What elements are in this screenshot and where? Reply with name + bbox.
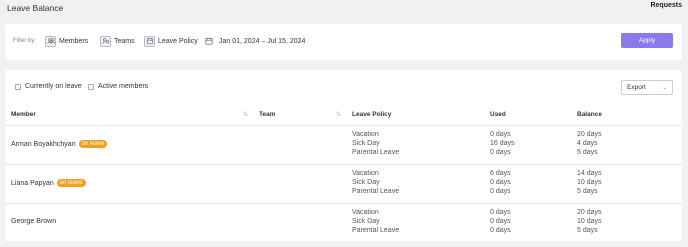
- balance-value: 4 days: [577, 140, 598, 147]
- calendar-icon: [203, 36, 214, 47]
- used-value: 0 days: [490, 149, 511, 156]
- column-header-leave-policy: Leave Policy: [352, 111, 392, 118]
- member-name: Liana Papyan: [11, 179, 54, 187]
- balance-value: 5 days: [577, 188, 598, 195]
- sort-icon[interactable]: ⇅: [336, 111, 341, 118]
- divider: [5, 203, 682, 204]
- currently-on-leave-toggle[interactable]: Currently on leave: [15, 83, 82, 90]
- active-members-label: Active members: [98, 83, 149, 90]
- members-filter-label: Members: [59, 37, 89, 45]
- column-header-used: Used: [490, 111, 506, 118]
- leave-policy-filter-label: Leave Policy: [158, 37, 198, 45]
- balance-value: 20 days: [577, 131, 602, 138]
- requests-link[interactable]: Requests: [650, 2, 682, 9]
- leave-balance-table: Currently on leave Active members Export…: [5, 70, 682, 241]
- status-badge: on leave: [56, 179, 86, 187]
- page-title: Leave Balance: [7, 3, 64, 13]
- column-header-team[interactable]: Team: [259, 111, 276, 118]
- teams-filter-label: Teams: [114, 37, 135, 45]
- currently-on-leave-checkbox[interactable]: [15, 83, 21, 90]
- filter-label: Filter by:: [13, 38, 37, 44]
- leave-policy-name: Sick Day: [352, 140, 380, 147]
- leave-policy-name: Sick Day: [352, 218, 380, 225]
- leave-policy-name: Vacation: [352, 170, 379, 177]
- leave-policy-name: Vacation: [352, 131, 379, 138]
- status-badge: on leave: [78, 140, 108, 148]
- policy-icon: [144, 35, 155, 47]
- members-icon: [45, 35, 56, 47]
- used-value: 0 days: [490, 188, 511, 195]
- column-header-balance: Balance: [577, 111, 602, 118]
- balance-value: 5 days: [577, 149, 598, 156]
- filter-bar: Filter by: Members Teams Leave Policy Ja…: [5, 24, 682, 60]
- members-filter[interactable]: Members: [45, 34, 88, 48]
- leave-policy-name: Parental Leave: [352, 188, 400, 195]
- used-value: 0 days: [490, 227, 511, 234]
- active-members-checkbox[interactable]: [88, 83, 94, 90]
- used-value: 0 days: [490, 218, 511, 225]
- balance-value: 10 days: [577, 179, 602, 186]
- used-value: 0 days: [490, 131, 511, 138]
- used-value: 0 days: [490, 209, 511, 216]
- balance-value: 5 days: [577, 227, 598, 234]
- teams-filter[interactable]: Teams: [100, 34, 135, 48]
- used-value: 0 days: [490, 179, 511, 186]
- member-name: Arman Boyakhchyan: [11, 140, 76, 148]
- member-cell: George Brown: [11, 218, 56, 225]
- leave-policy-name: Parental Leave: [352, 149, 400, 156]
- date-range-value: Jan 01, 2024 – Jul 15, 2024: [219, 37, 306, 45]
- chevron-down-icon: ⌄: [661, 85, 667, 91]
- teams-icon: [100, 35, 111, 47]
- leave-policy-name: Vacation: [352, 209, 379, 216]
- divider: [5, 164, 682, 165]
- used-value: 6 days: [490, 170, 511, 177]
- member-cell: Liana Papyan on leave: [11, 179, 86, 187]
- export-dropdown[interactable]: Export ⌄: [621, 80, 673, 95]
- member-cell: Arman Boyakhchyan on leave: [11, 140, 108, 148]
- balance-value: 20 days: [577, 209, 602, 216]
- export-label: Export: [627, 84, 646, 91]
- sort-icon[interactable]: ⇅: [243, 111, 248, 118]
- date-range-filter[interactable]: Jan 01, 2024 – Jul 15, 2024: [203, 34, 305, 48]
- leave-policy-name: Parental Leave: [352, 227, 400, 234]
- column-header-member[interactable]: Member: [11, 111, 36, 118]
- active-members-toggle[interactable]: Active members: [88, 83, 148, 90]
- apply-button[interactable]: Apply: [621, 33, 673, 48]
- currently-on-leave-label: Currently on leave: [25, 83, 82, 90]
- divider: [5, 125, 682, 126]
- leave-policy-filter[interactable]: Leave Policy: [144, 34, 198, 48]
- leave-policy-name: Sick Day: [352, 179, 380, 186]
- balance-value: 14 days: [577, 170, 602, 177]
- member-name: George Brown: [11, 218, 57, 225]
- balance-value: 10 days: [577, 218, 602, 225]
- used-value: 16 days: [490, 140, 515, 147]
